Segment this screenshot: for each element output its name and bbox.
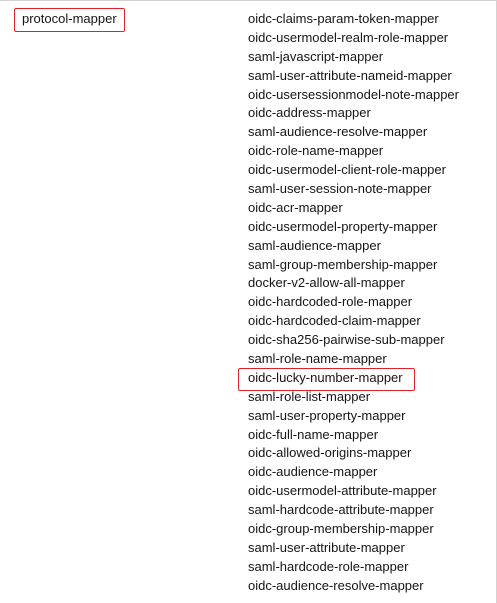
list-item: oidc-hardcoded-claim-mapper	[248, 313, 421, 329]
list-item: saml-hardcode-attribute-mapper	[248, 502, 434, 518]
list-item: oidc-group-membership-mapper	[248, 521, 434, 537]
list-item: saml-user-attribute-nameid-mapper	[248, 67, 452, 83]
list-item: oidc-address-mapper	[248, 105, 371, 121]
list-item: oidc-usermodel-property-mapper	[248, 218, 438, 234]
list-item: oidc-usermodel-realm-role-mapper	[248, 29, 449, 45]
list-item: oidc-usermodel-client-role-mapper	[248, 162, 446, 178]
property-value-list: oidc-claims-param-token-mapper oidc-user…	[248, 10, 459, 596]
list-item: saml-javascript-mapper	[248, 48, 384, 64]
list-item: saml-user-attribute-mapper	[248, 539, 405, 555]
table-row: protocol-mapper oidc-claims-param-token-…	[0, 0, 497, 603]
list-item: saml-user-session-note-mapper	[248, 181, 432, 197]
list-item: docker-v2-allow-all-mapper	[248, 275, 405, 291]
list-item: oidc-full-name-mapper	[248, 426, 379, 442]
list-item: oidc-hardcoded-role-mapper	[248, 294, 413, 310]
list-item: saml-role-list-mapper	[248, 388, 371, 404]
list-item: saml-user-property-mapper	[248, 407, 406, 423]
list-item: saml-audience-mapper	[248, 237, 381, 253]
list-item: oidc-acr-mapper	[248, 199, 343, 215]
list-item: saml-hardcode-role-mapper	[248, 558, 409, 574]
list-item: oidc-usermodel-attribute-mapper	[248, 483, 437, 499]
list-item-highlighted: oidc-lucky-number-mapper	[248, 369, 403, 385]
list-item: oidc-audience-mapper	[248, 464, 378, 480]
list-item: oidc-role-name-mapper	[248, 143, 384, 159]
list-item: oidc-sha256-pairwise-sub-mapper	[248, 332, 445, 348]
list-item: saml-group-membership-mapper	[248, 256, 438, 272]
property-key: protocol-mapper	[22, 11, 117, 26]
list-item: oidc-allowed-origins-mapper	[248, 445, 412, 461]
list-item: saml-audience-resolve-mapper	[248, 124, 428, 140]
list-item: oidc-usersessionmodel-note-mapper	[248, 86, 459, 102]
list-item: saml-role-name-mapper	[248, 351, 387, 367]
list-item: oidc-audience-resolve-mapper	[248, 577, 424, 593]
list-item: oidc-claims-param-token-mapper	[248, 11, 439, 26]
